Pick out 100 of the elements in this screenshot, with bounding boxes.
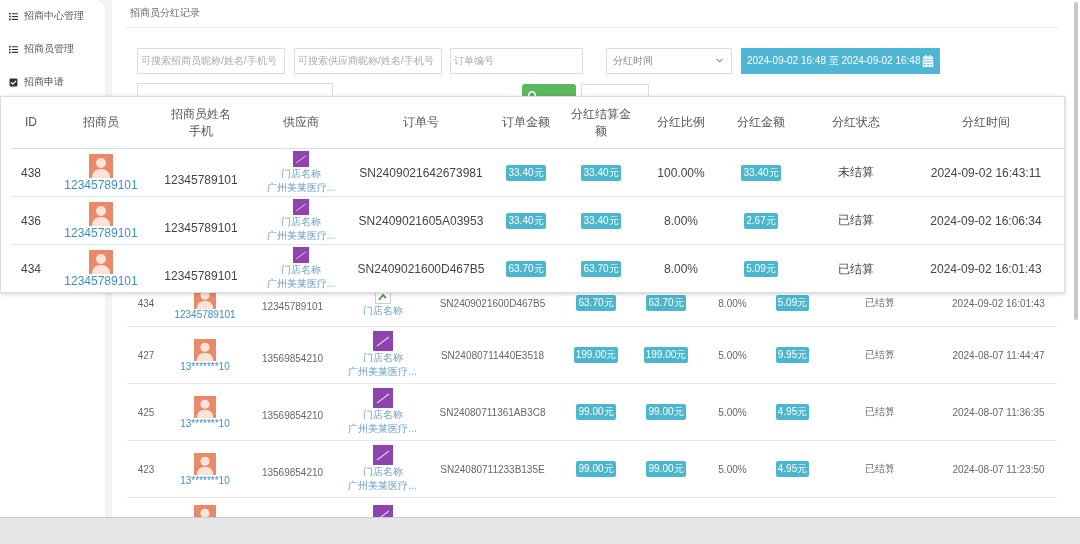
settlement-badge: 63.70元 <box>581 261 621 277</box>
sidebar-item[interactable]: 招商中心管理 <box>0 6 105 26</box>
status-text: 已结算 <box>865 348 895 362</box>
column-header: 招商员 <box>83 114 119 131</box>
recruiter-link[interactable]: 13*******10 <box>180 417 230 429</box>
company-name: 广州美莱医疗... <box>348 479 417 493</box>
avatar-icon <box>89 201 113 226</box>
store-logo-icon <box>372 445 393 465</box>
recruiter-link[interactable]: 13*******10 <box>180 474 230 486</box>
time-select[interactable]: 分红时间 <box>606 47 732 74</box>
settlement-badge: 99.00元 <box>646 404 686 420</box>
id-text: 427 <box>137 349 155 361</box>
time-text: 2024-09-02 16:43:11 <box>930 165 1042 180</box>
column-header: 分红比例 <box>657 114 705 131</box>
column-header: 分红时间 <box>962 114 1010 131</box>
supplier-search-field[interactable]: 可搜索供应商昵称/姓名/手机号 <box>294 47 442 74</box>
store-name: 门店名称 <box>281 166 321 181</box>
recruiter-link[interactable]: 12345789101 <box>64 225 138 240</box>
store-logo-icon <box>293 198 309 215</box>
store-name: 门店名称 <box>362 304 403 318</box>
checkbox-icon <box>9 77 18 87</box>
recruiter-link[interactable]: 12345789101 <box>64 274 138 288</box>
amount-badge: 199.00元 <box>573 347 619 363</box>
column-header: 订单号 <box>403 114 439 131</box>
order-search-field[interactable]: 订单编号 <box>450 47 583 74</box>
company-name: 广州美莱医疗... <box>266 180 336 195</box>
sidebar-item[interactable]: 招商申请 <box>0 72 105 92</box>
column-header: ID <box>25 114 37 131</box>
column-header: 供应商 <box>283 114 319 131</box>
id-text: 434 <box>21 262 41 276</box>
order-number: SN24080711361AB3C8 <box>439 406 546 418</box>
store-name: 门店名称 <box>362 465 403 479</box>
order-number: SN2409021600D467B5 <box>357 262 485 276</box>
recruiter-search-field[interactable]: 可搜索招商员昵称/姓名/手机号 <box>137 47 285 74</box>
time-text: 2024-09-02 16:01:43 <box>952 297 1045 309</box>
avatar-icon <box>194 452 216 475</box>
ratio-text: 100.00% <box>657 165 705 180</box>
company-name: 广州美莱医疗... <box>266 228 336 243</box>
order-number: SN2409021600D467B5 <box>439 297 546 309</box>
time-text: 2024-08-07 11:23:50 <box>952 463 1045 475</box>
time-text: 2024-08-07 11:36:35 <box>952 406 1045 418</box>
ratio-text: 5.00% <box>718 406 747 418</box>
store-name: 门店名称 <box>281 214 321 229</box>
time-text: 2024-09-02 16:06:34 <box>930 213 1042 228</box>
store-logo-icon <box>372 388 393 408</box>
avatar-icon <box>89 153 113 178</box>
date-range-button[interactable]: 2024-09-02 16:48 至 2024-09-02 16:48 <box>741 47 941 74</box>
dividend-badge: 4.95元 <box>775 461 810 477</box>
dividend-badge: 4.95元 <box>775 404 810 420</box>
avatar-icon <box>194 338 216 361</box>
amount-badge: 63.70元 <box>576 295 616 311</box>
settlement-badge: 199.00元 <box>643 347 689 363</box>
order-number: SN2409021642673981 <box>359 165 483 180</box>
column-header: 订单金额 <box>502 114 550 131</box>
amount-badge: 63.70元 <box>506 261 546 277</box>
store-name: 门店名称 <box>281 263 321 277</box>
store-name: 门店名称 <box>362 351 403 365</box>
id-text: 434 <box>137 297 155 309</box>
time-text: 2024-09-02 16:01:43 <box>930 262 1042 276</box>
phone-text: 12345789101 <box>164 172 238 187</box>
column-header: 招商员姓名手机 <box>170 105 232 140</box>
status-text: 未结算 <box>838 164 874 181</box>
recruiter-link[interactable]: 13*******10 <box>180 360 230 372</box>
ratio-text: 8.00% <box>718 297 747 309</box>
order-number: SN24080711440E3518 <box>440 349 545 361</box>
calendar-icon <box>922 54 935 67</box>
ratio-text: 8.00% <box>664 262 698 276</box>
id-text: 438 <box>21 165 41 180</box>
dividend-badge: 2.67元 <box>744 212 778 229</box>
scrollbar-thumb[interactable] <box>1074 2 1078 320</box>
phone-text: 13569854210 <box>261 352 324 364</box>
column-header: 分红金额 <box>737 114 785 131</box>
store-logo-icon <box>372 331 393 351</box>
order-number: SN2409021605A03953 <box>358 213 484 228</box>
settlement-badge: 33.40元 <box>581 164 621 181</box>
status-text: 已结算 <box>865 296 895 310</box>
column-header: 分红状态 <box>832 114 880 131</box>
store-logo-icon <box>293 247 309 263</box>
amount-badge: 33.40元 <box>506 212 546 229</box>
settlement-badge: 99.00元 <box>646 461 686 477</box>
settlement-badge: 33.40元 <box>581 212 621 229</box>
settlement-badge: 63.70元 <box>646 295 686 311</box>
company-name: 广州美莱医疗... <box>266 277 336 291</box>
status-text: 已结算 <box>838 212 874 229</box>
id-text: 423 <box>137 463 155 475</box>
amount-badge: 33.40元 <box>506 164 546 181</box>
phone-text: 12345789101 <box>261 300 324 312</box>
phone-text: 13569854210 <box>261 466 324 478</box>
column-header: 分红结算金额 <box>570 105 632 140</box>
list-icon <box>9 11 18 21</box>
order-number: SN24080711233B135E <box>440 463 545 475</box>
dividend-badge: 5.09元 <box>744 261 778 277</box>
status-text: 已结算 <box>838 260 874 278</box>
recruiter-link[interactable]: 12345789101 <box>174 308 236 320</box>
recruiter-link[interactable]: 12345789101 <box>64 177 138 192</box>
sidebar-item[interactable]: 招商员管理 <box>0 39 105 59</box>
phone-text: 12345789101 <box>164 269 238 283</box>
ratio-text: 5.00% <box>718 349 747 361</box>
store-logo-icon <box>293 150 309 167</box>
amount-badge: 99.00元 <box>576 404 616 420</box>
